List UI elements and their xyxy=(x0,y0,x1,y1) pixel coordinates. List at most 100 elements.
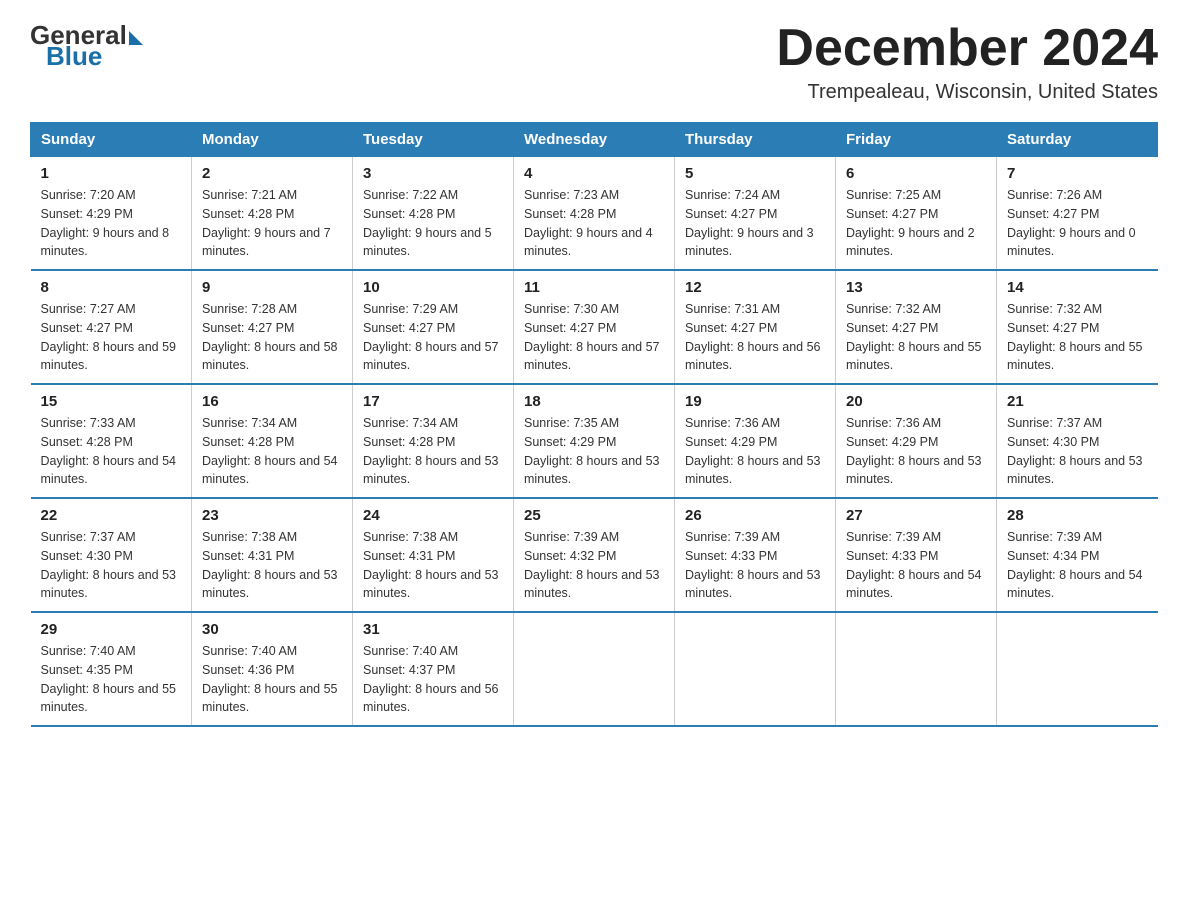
day-number: 30 xyxy=(202,621,342,638)
day-number: 6 xyxy=(846,165,986,182)
calendar-cell: 10 Sunrise: 7:29 AMSunset: 4:27 PMDaylig… xyxy=(353,270,514,384)
calendar-cell: 28 Sunrise: 7:39 AMSunset: 4:34 PMDaylig… xyxy=(997,498,1158,612)
day-info: Sunrise: 7:38 AMSunset: 4:31 PMDaylight:… xyxy=(363,528,503,603)
calendar-cell: 15 Sunrise: 7:33 AMSunset: 4:28 PMDaylig… xyxy=(31,384,192,498)
location-subtitle: Trempealeau, Wisconsin, United States xyxy=(776,81,1158,104)
calendar-cell: 24 Sunrise: 7:38 AMSunset: 4:31 PMDaylig… xyxy=(353,498,514,612)
day-number: 29 xyxy=(41,621,182,638)
day-number: 22 xyxy=(41,507,182,524)
day-info: Sunrise: 7:39 AMSunset: 4:34 PMDaylight:… xyxy=(1007,528,1148,603)
calendar-cell xyxy=(514,612,675,726)
day-info: Sunrise: 7:39 AMSunset: 4:33 PMDaylight:… xyxy=(685,528,825,603)
day-info: Sunrise: 7:36 AMSunset: 4:29 PMDaylight:… xyxy=(846,414,986,489)
day-number: 8 xyxy=(41,279,182,296)
calendar-cell xyxy=(997,612,1158,726)
day-info: Sunrise: 7:24 AMSunset: 4:27 PMDaylight:… xyxy=(685,186,825,261)
calendar-cell: 21 Sunrise: 7:37 AMSunset: 4:30 PMDaylig… xyxy=(997,384,1158,498)
calendar-table: SundayMondayTuesdayWednesdayThursdayFrid… xyxy=(30,122,1158,727)
calendar-cell: 26 Sunrise: 7:39 AMSunset: 4:33 PMDaylig… xyxy=(675,498,836,612)
day-number: 15 xyxy=(41,393,182,410)
day-number: 19 xyxy=(685,393,825,410)
logo-blue-text: Blue xyxy=(46,41,102,72)
calendar-cell: 19 Sunrise: 7:36 AMSunset: 4:29 PMDaylig… xyxy=(675,384,836,498)
day-number: 25 xyxy=(524,507,664,524)
day-number: 10 xyxy=(363,279,503,296)
calendar-cell xyxy=(836,612,997,726)
day-info: Sunrise: 7:32 AMSunset: 4:27 PMDaylight:… xyxy=(846,300,986,375)
calendar-cell: 8 Sunrise: 7:27 AMSunset: 4:27 PMDayligh… xyxy=(31,270,192,384)
logo: General Blue xyxy=(30,20,143,72)
day-info: Sunrise: 7:33 AMSunset: 4:28 PMDaylight:… xyxy=(41,414,182,489)
day-number: 23 xyxy=(202,507,342,524)
day-number: 26 xyxy=(685,507,825,524)
header-wednesday: Wednesday xyxy=(514,123,675,157)
calendar-cell: 25 Sunrise: 7:39 AMSunset: 4:32 PMDaylig… xyxy=(514,498,675,612)
day-info: Sunrise: 7:30 AMSunset: 4:27 PMDaylight:… xyxy=(524,300,664,375)
calendar-cell: 7 Sunrise: 7:26 AMSunset: 4:27 PMDayligh… xyxy=(997,157,1158,271)
day-number: 7 xyxy=(1007,165,1148,182)
day-number: 21 xyxy=(1007,393,1148,410)
calendar-cell: 23 Sunrise: 7:38 AMSunset: 4:31 PMDaylig… xyxy=(192,498,353,612)
day-info: Sunrise: 7:40 AMSunset: 4:37 PMDaylight:… xyxy=(363,642,503,717)
day-info: Sunrise: 7:32 AMSunset: 4:27 PMDaylight:… xyxy=(1007,300,1148,375)
title-block: December 2024 Trempealeau, Wisconsin, Un… xyxy=(776,20,1158,104)
month-year-title: December 2024 xyxy=(776,20,1158,77)
day-number: 11 xyxy=(524,279,664,296)
calendar-cell: 20 Sunrise: 7:36 AMSunset: 4:29 PMDaylig… xyxy=(836,384,997,498)
day-number: 12 xyxy=(685,279,825,296)
week-row-5: 29 Sunrise: 7:40 AMSunset: 4:35 PMDaylig… xyxy=(31,612,1158,726)
calendar-header: SundayMondayTuesdayWednesdayThursdayFrid… xyxy=(31,123,1158,157)
calendar-cell: 6 Sunrise: 7:25 AMSunset: 4:27 PMDayligh… xyxy=(836,157,997,271)
calendar-cell: 4 Sunrise: 7:23 AMSunset: 4:28 PMDayligh… xyxy=(514,157,675,271)
day-number: 14 xyxy=(1007,279,1148,296)
day-number: 28 xyxy=(1007,507,1148,524)
day-info: Sunrise: 7:36 AMSunset: 4:29 PMDaylight:… xyxy=(685,414,825,489)
header-row: SundayMondayTuesdayWednesdayThursdayFrid… xyxy=(31,123,1158,157)
day-number: 1 xyxy=(41,165,182,182)
calendar-cell: 12 Sunrise: 7:31 AMSunset: 4:27 PMDaylig… xyxy=(675,270,836,384)
calendar-body: 1 Sunrise: 7:20 AMSunset: 4:29 PMDayligh… xyxy=(31,157,1158,727)
day-info: Sunrise: 7:40 AMSunset: 4:36 PMDaylight:… xyxy=(202,642,342,717)
day-number: 16 xyxy=(202,393,342,410)
day-info: Sunrise: 7:39 AMSunset: 4:33 PMDaylight:… xyxy=(846,528,986,603)
calendar-cell: 18 Sunrise: 7:35 AMSunset: 4:29 PMDaylig… xyxy=(514,384,675,498)
day-number: 2 xyxy=(202,165,342,182)
day-info: Sunrise: 7:39 AMSunset: 4:32 PMDaylight:… xyxy=(524,528,664,603)
calendar-cell: 31 Sunrise: 7:40 AMSunset: 4:37 PMDaylig… xyxy=(353,612,514,726)
header-saturday: Saturday xyxy=(997,123,1158,157)
week-row-1: 1 Sunrise: 7:20 AMSunset: 4:29 PMDayligh… xyxy=(31,157,1158,271)
day-number: 20 xyxy=(846,393,986,410)
day-info: Sunrise: 7:34 AMSunset: 4:28 PMDaylight:… xyxy=(202,414,342,489)
day-info: Sunrise: 7:37 AMSunset: 4:30 PMDaylight:… xyxy=(1007,414,1148,489)
header-sunday: Sunday xyxy=(31,123,192,157)
calendar-cell: 14 Sunrise: 7:32 AMSunset: 4:27 PMDaylig… xyxy=(997,270,1158,384)
header-thursday: Thursday xyxy=(675,123,836,157)
week-row-4: 22 Sunrise: 7:37 AMSunset: 4:30 PMDaylig… xyxy=(31,498,1158,612)
calendar-cell: 1 Sunrise: 7:20 AMSunset: 4:29 PMDayligh… xyxy=(31,157,192,271)
day-info: Sunrise: 7:34 AMSunset: 4:28 PMDaylight:… xyxy=(363,414,503,489)
calendar-cell: 27 Sunrise: 7:39 AMSunset: 4:33 PMDaylig… xyxy=(836,498,997,612)
day-number: 18 xyxy=(524,393,664,410)
day-info: Sunrise: 7:35 AMSunset: 4:29 PMDaylight:… xyxy=(524,414,664,489)
calendar-cell: 11 Sunrise: 7:30 AMSunset: 4:27 PMDaylig… xyxy=(514,270,675,384)
calendar-cell: 22 Sunrise: 7:37 AMSunset: 4:30 PMDaylig… xyxy=(31,498,192,612)
calendar-cell: 13 Sunrise: 7:32 AMSunset: 4:27 PMDaylig… xyxy=(836,270,997,384)
day-info: Sunrise: 7:29 AMSunset: 4:27 PMDaylight:… xyxy=(363,300,503,375)
week-row-3: 15 Sunrise: 7:33 AMSunset: 4:28 PMDaylig… xyxy=(31,384,1158,498)
header-friday: Friday xyxy=(836,123,997,157)
day-info: Sunrise: 7:26 AMSunset: 4:27 PMDaylight:… xyxy=(1007,186,1148,261)
calendar-cell xyxy=(675,612,836,726)
calendar-cell: 3 Sunrise: 7:22 AMSunset: 4:28 PMDayligh… xyxy=(353,157,514,271)
day-number: 9 xyxy=(202,279,342,296)
page-header: General Blue December 2024 Trempealeau, … xyxy=(30,20,1158,104)
header-tuesday: Tuesday xyxy=(353,123,514,157)
day-number: 13 xyxy=(846,279,986,296)
day-number: 3 xyxy=(363,165,503,182)
day-info: Sunrise: 7:31 AMSunset: 4:27 PMDaylight:… xyxy=(685,300,825,375)
day-number: 17 xyxy=(363,393,503,410)
day-number: 31 xyxy=(363,621,503,638)
day-number: 27 xyxy=(846,507,986,524)
day-info: Sunrise: 7:23 AMSunset: 4:28 PMDaylight:… xyxy=(524,186,664,261)
calendar-cell: 9 Sunrise: 7:28 AMSunset: 4:27 PMDayligh… xyxy=(192,270,353,384)
header-monday: Monday xyxy=(192,123,353,157)
